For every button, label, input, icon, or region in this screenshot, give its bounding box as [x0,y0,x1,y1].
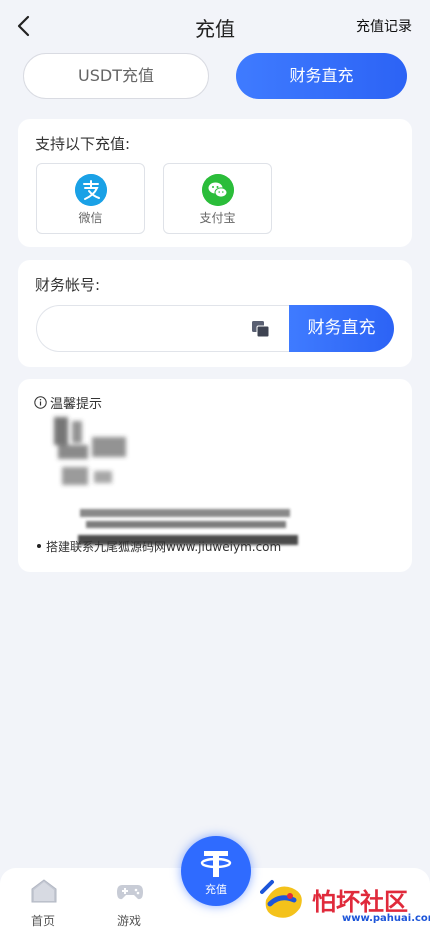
watermark: 怕坏社区 www.pahuai.com [260,872,430,930]
nav-recharge-label: 充值 [205,883,227,896]
watermark-text: 怕坏社区 [312,887,408,916]
payment-method-label: 微信 [78,211,103,225]
account-card: 财务帐号: 财务直充 [18,260,412,367]
nav-games-label: 游戏 [116,914,141,928]
nav-recharge-center-button[interactable]: 充值 [181,836,251,906]
tab-usdt-recharge[interactable]: USDT充值 [23,53,209,99]
recharge-history-link[interactable]: 充值记录 [356,16,412,36]
recharge-page: 充值 充值记录 USDT充值 财务直充 支持以下充值: 微信 支付宝 财务帐号:… [0,0,430,932]
payment-methods-card: 支持以下充值: 微信 支付宝 [18,119,412,247]
tips-card: 温馨提示 搭建联系九尾狐源码网www.jiuweiym.com [18,379,412,572]
payment-method-label: 支付宝 [199,211,236,225]
copy-icon[interactable] [251,320,271,338]
account-title: 财务帐号: [35,276,101,294]
wechat-icon [202,174,234,206]
alipay-icon [75,174,107,206]
nav-games[interactable]: 游戏 [94,868,164,932]
payment-method-wechat[interactable]: 微信 [36,163,145,234]
nav-home-label: 首页 [30,914,55,928]
watermark-logo-icon [260,880,302,918]
blurred-tips-content [36,409,396,559]
tab-finance-direct[interactable]: 财务直充 [236,53,407,99]
tether-icon [200,851,232,877]
finance-direct-submit-button[interactable]: 财务直充 [289,305,394,352]
tips-line-contact: 搭建联系九尾狐源码网www.jiuweiym.com [36,540,282,554]
payment-method-alipay[interactable]: 支付宝 [163,163,272,234]
account-input-wrapper [36,305,296,352]
header: 充值 充值记录 [0,0,430,52]
info-icon [34,396,47,409]
home-icon [31,879,57,903]
recharge-tabs: USDT充值 财务直充 [23,53,407,99]
gamepad-icon [117,885,143,900]
payment-methods-title: 支持以下充值: [35,135,131,153]
watermark-url: www.pahuai.com [342,913,430,924]
account-input[interactable] [51,314,241,344]
nav-home[interactable]: 首页 [8,868,78,932]
